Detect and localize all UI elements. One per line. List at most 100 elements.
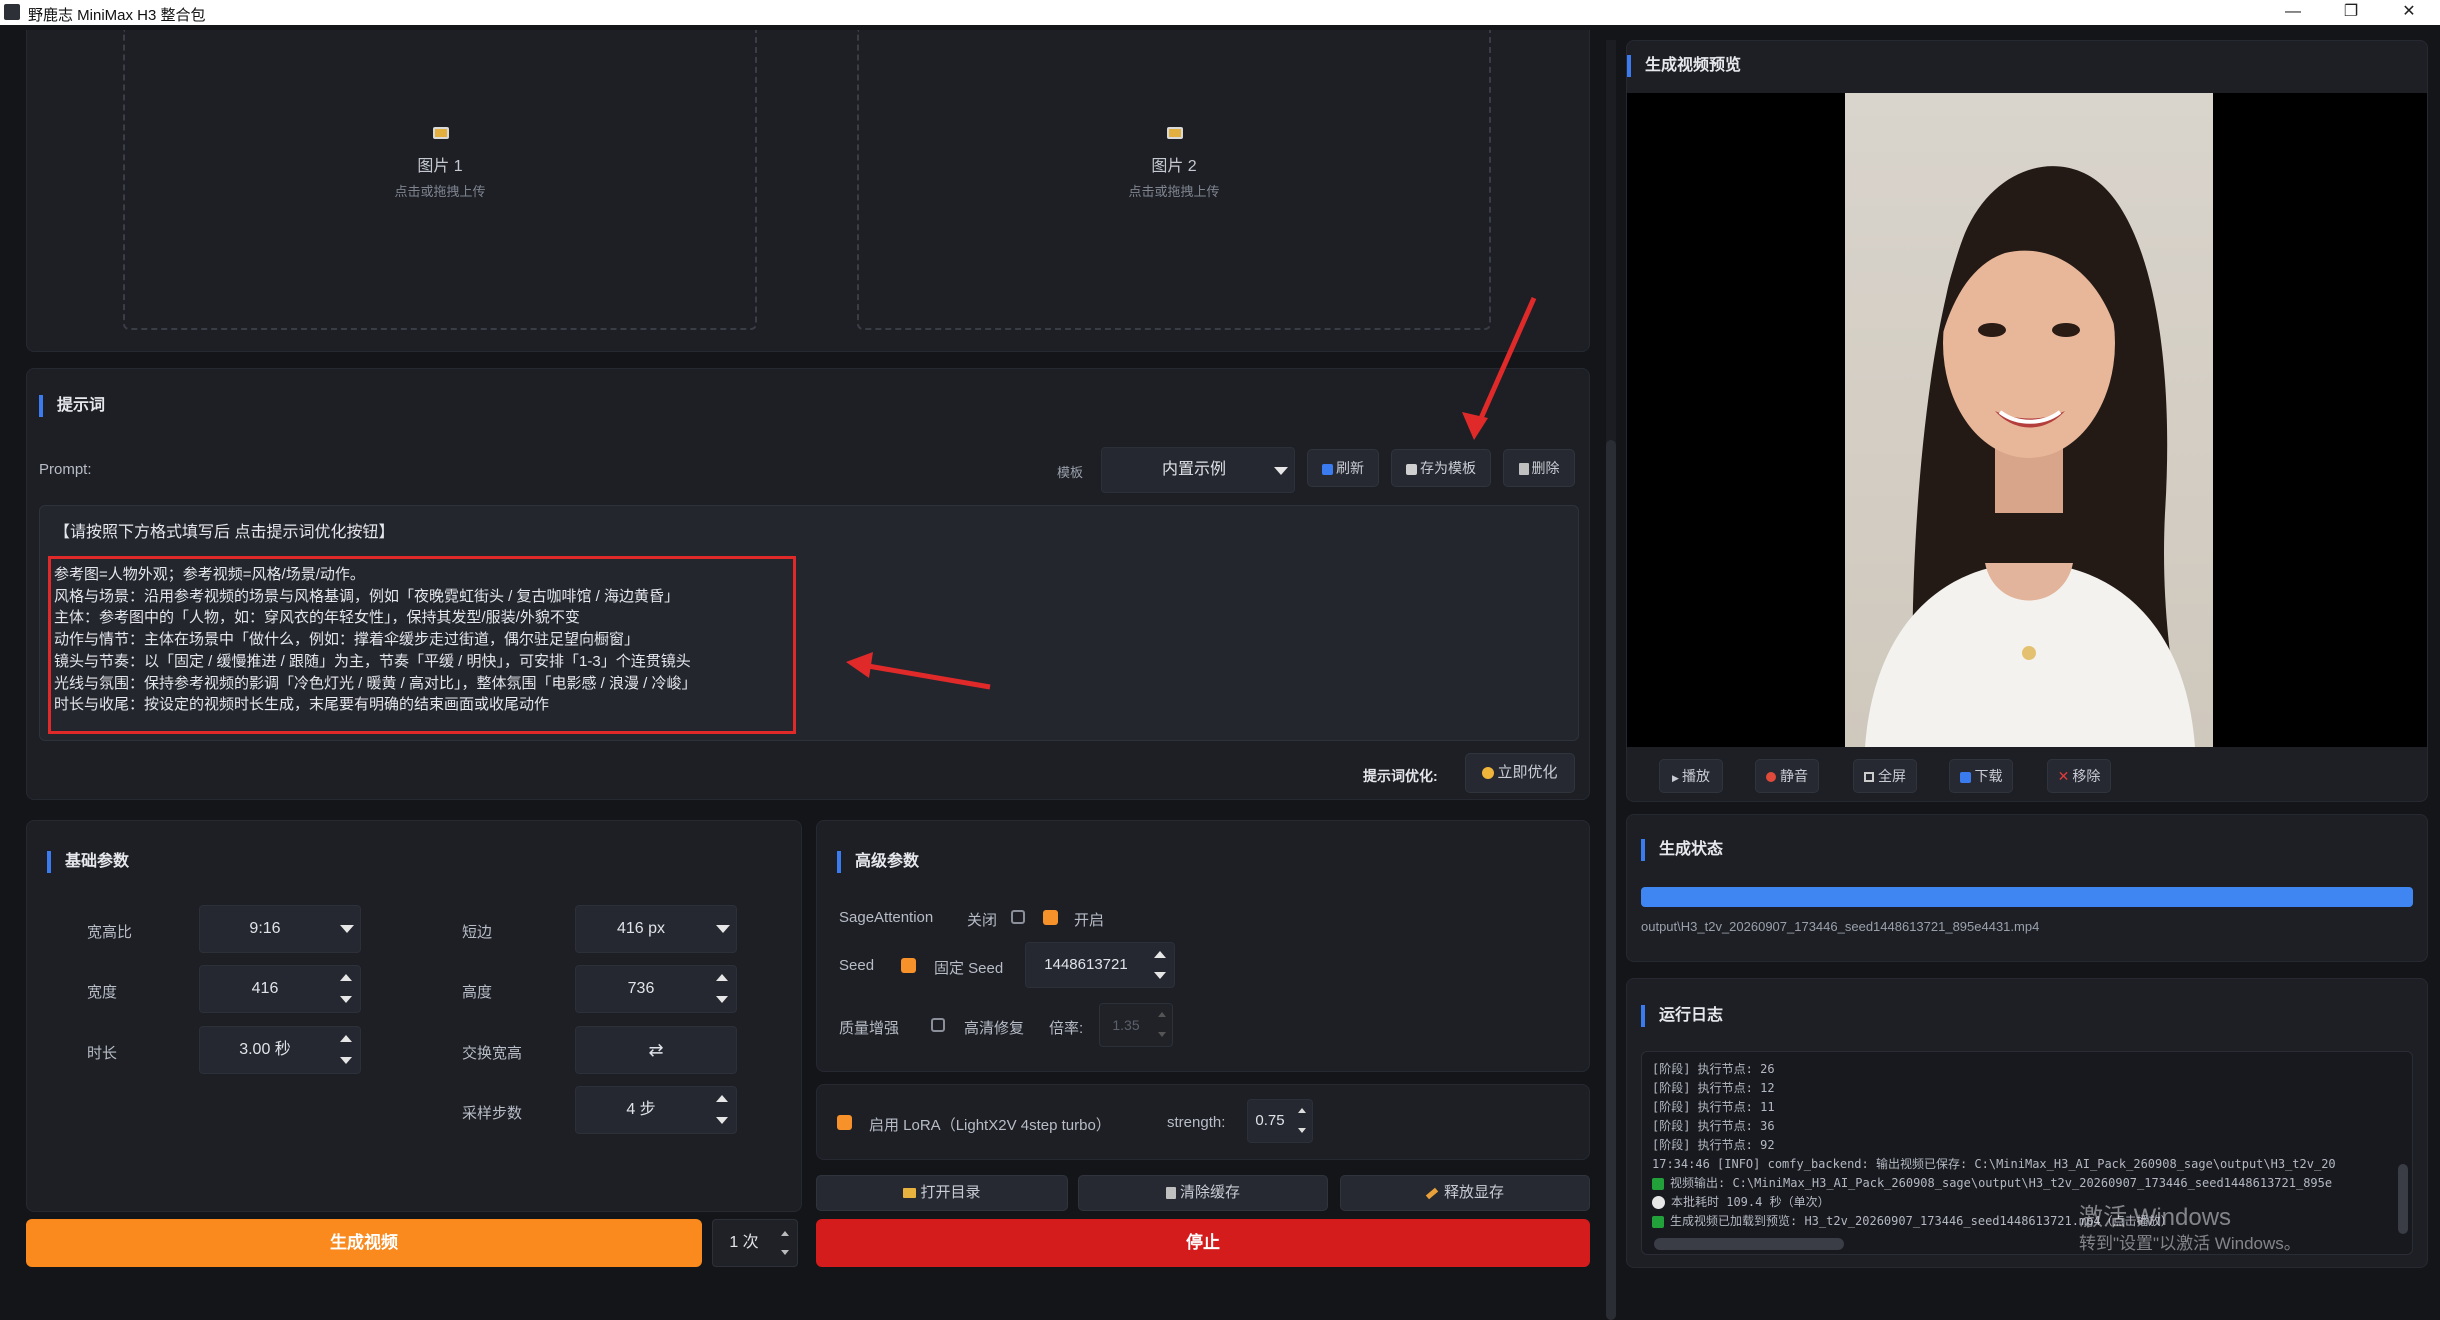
stepper-up-icon[interactable] [340,974,352,981]
log-output[interactable]: [阶段] 执行节点: 26 [阶段] 执行节点: 12 [阶段] 执行节点: 1… [1641,1051,2413,1255]
short-edge-value: 416 px [616,920,666,937]
stepper-down-icon[interactable] [716,1117,728,1124]
height-value: 736 [627,980,655,997]
stepper-up-icon[interactable] [340,1035,352,1042]
timer-icon [1652,1196,1665,1209]
check-icon [1652,1177,1664,1190]
fullscreen-label: 全屏 [1878,768,1906,784]
hires-label: 高清修复 [964,1020,1025,1037]
stepper-down-icon[interactable] [781,1250,789,1255]
advanced-params-panel: 高级参数 SageAttention 关闭 开启 Seed 固定 Seed 14… [816,820,1590,1072]
log-line: [阶段] 执行节点: 12 [1652,1081,1775,1095]
open-dir-label: 打开目录 [920,1184,981,1201]
log-vscrollbar-thumb[interactable] [2398,1164,2408,1234]
stepper-down-icon[interactable] [1154,972,1166,979]
strength-input[interactable]: 0.75 [1247,1099,1313,1143]
sage-on-radio[interactable] [1043,910,1058,925]
download-icon [1959,771,1971,783]
log-line-row: 视频输出: C:\MiniMax_H3_AI_Pack_260908_sage\… [1652,1174,2392,1193]
arrow-head [846,652,873,678]
aspect-value: 9:16 [249,920,281,937]
short-edge-label: 短边 [462,924,493,941]
steps-stepper[interactable]: 4 步 [575,1086,737,1134]
broom-icon [1425,1187,1439,1199]
clear-cache-button[interactable]: 清除缓存 [1078,1175,1328,1211]
activation-watermark-text: 转到"设置"以激活 Windows。 [2079,1234,2301,1253]
ratio-input[interactable]: 1.35 [1099,1003,1173,1047]
seed-input[interactable]: 1448613721 [1025,942,1175,988]
lora-enable-label: 启用 LoRA（LightX2V 4step turbo） [869,1117,1111,1134]
seed-fixed-label: 固定 Seed [934,960,1004,977]
download-label: 下载 [1974,768,2003,784]
arrow-to-save-template [1475,296,1537,427]
open-dir-button[interactable]: 打开目录 [816,1175,1068,1211]
remove-button[interactable]: ✕ 移除 [2047,759,2111,793]
sage-off-radio[interactable] [1011,910,1025,924]
stepper-down-icon[interactable] [340,996,352,1003]
play-button[interactable]: ▶ 播放 [1659,759,1723,793]
mute-icon [1766,772,1776,783]
stop-button[interactable]: 停止 [816,1219,1590,1267]
log-line: 视频输出: C:\MiniMax_H3_AI_Pack_260908_sage\… [1670,1176,2333,1190]
status-section-title: 生成状态 [1641,839,1723,861]
log-hscrollbar-thumb[interactable] [1654,1238,1844,1250]
strength-label: strength: [1167,1114,1226,1131]
output-path: output\H3_t2v_20260907_173446_seed144861… [1641,919,2040,934]
stepper-down-icon[interactable] [716,996,728,1003]
trash-icon [1165,1187,1176,1200]
aspect-label: 宽高比 [87,924,133,941]
bulb-icon [1482,767,1495,780]
swap-button[interactable]: ⇄ [575,1026,737,1074]
duration-value: 3.00 秒 [239,1041,291,1058]
aspect-select[interactable]: 9:16 [199,905,361,953]
width-value: 416 [251,980,279,997]
swap-label: 交换宽高 [462,1045,523,1062]
duration-label: 时长 [87,1045,118,1062]
optimize-button-label: 立即优化 [1497,764,1558,781]
mute-label: 静音 [1780,768,1808,784]
restore-button[interactable]: ❐ [2326,0,2376,25]
check-icon [1652,1215,1664,1228]
stepper-up-icon[interactable] [716,974,728,981]
count-stepper[interactable]: 1 次 [712,1219,798,1267]
stepper-down-icon[interactable] [1298,1128,1306,1133]
stepper-up-icon[interactable] [1298,1108,1306,1113]
remove-label: 移除 [2072,768,2101,784]
lora-enable-checkbox[interactable] [837,1115,852,1130]
preview-section-title: 生成视频预览 [1627,55,1741,77]
seed-fixed-checkbox[interactable] [901,958,916,973]
height-stepper[interactable]: 736 [575,965,737,1013]
free-vram-button[interactable]: 释放显存 [1340,1175,1590,1211]
minimize-button[interactable]: — [2268,0,2318,25]
short-edge-select[interactable]: 416 px [575,905,737,953]
log-line: 17:34:46 [INFO] comfy_backend: 输出视频已保存: … [1652,1157,2336,1171]
optimize-label: 提示词优化: [1363,768,1438,784]
count-value: 1 次 [729,1234,759,1251]
log-line: 本批耗时 109.4 秒（单次） [1671,1195,1830,1209]
video-player[interactable] [1627,93,2427,747]
stepper-up-icon[interactable] [1158,1012,1166,1017]
stepper-up-icon[interactable] [716,1095,728,1102]
sage-off-label: 关闭 [967,912,998,929]
steps-label: 采样步数 [462,1105,523,1122]
chevron-down-icon [340,925,354,933]
log-line: [阶段] 执行节点: 36 [1652,1119,1775,1133]
duration-stepper[interactable]: 3.00 秒 [199,1026,361,1074]
ratio-value: 1.35 [1112,1017,1140,1033]
fullscreen-button[interactable]: 全屏 [1853,759,1917,793]
progress-bar-fill [1641,887,2413,907]
stepper-up-icon[interactable] [781,1231,789,1236]
close-button[interactable]: ✕ [2384,0,2434,25]
mute-button[interactable]: 静音 [1755,759,1819,793]
preview-panel: 生成视频预览 ▶ 播放 静音 全屏 下载 ✕ 移除 [1626,40,2428,802]
generate-video-button[interactable]: 生成视频 [26,1219,702,1267]
basic-params-panel: 基础参数 宽高比 9:16 短边 416 px 宽度 416 高度 736 时长… [26,820,802,1212]
stepper-down-icon[interactable] [340,1057,352,1064]
log-line: [阶段] 执行节点: 11 [1652,1100,1775,1114]
width-stepper[interactable]: 416 [199,965,361,1013]
steps-value: 4 步 [626,1101,656,1118]
stepper-up-icon[interactable] [1154,951,1166,958]
download-button[interactable]: 下载 [1949,759,2013,793]
hires-checkbox[interactable] [931,1018,945,1032]
stepper-down-icon[interactable] [1158,1032,1166,1037]
